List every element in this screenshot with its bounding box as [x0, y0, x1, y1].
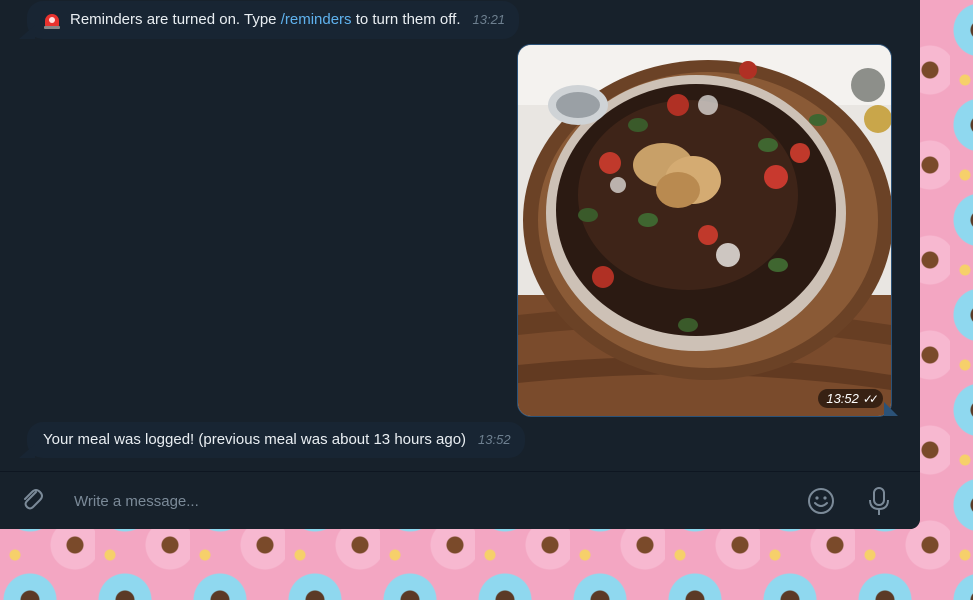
message-composer [0, 471, 920, 529]
meal-logged-text: Your meal was logged! (previous meal was… [43, 431, 467, 448]
reminder-message[interactable]: Reminders are turned on. Type /reminders… [19, 1, 520, 39]
message-time: 13:52 [478, 432, 511, 447]
read-checkmarks-icon: ✓✓ [862, 391, 879, 406]
bubble-tail [19, 444, 35, 458]
meal-photo [518, 45, 891, 416]
paperclip-icon[interactable] [18, 486, 46, 514]
reminder-text-suffix: to turn them off. [351, 11, 461, 28]
message-time: 13:52 [826, 391, 859, 406]
meal-photo-message[interactable]: 13:52 ✓✓ [517, 44, 892, 417]
photo-time-badge: 13:52 ✓✓ [818, 389, 883, 408]
message-time: 13:21 [472, 12, 506, 27]
reminder-text: Reminders are turned on. Type /reminders… [70, 10, 461, 30]
smiley-icon[interactable] [806, 486, 836, 516]
microphone-icon[interactable] [866, 485, 892, 517]
reminder-text-prefix: Reminders are turned on. Type [70, 11, 281, 28]
reminders-command-link[interactable]: /reminders [281, 11, 352, 28]
rotating-light-icon [43, 11, 61, 29]
chat-window: Reminders are turned on. Type /reminders… [0, 0, 920, 529]
bubble-tail [19, 25, 35, 39]
meal-logged-message[interactable]: Your meal was logged! (previous meal was… [19, 422, 525, 458]
message-input[interactable] [62, 481, 806, 521]
